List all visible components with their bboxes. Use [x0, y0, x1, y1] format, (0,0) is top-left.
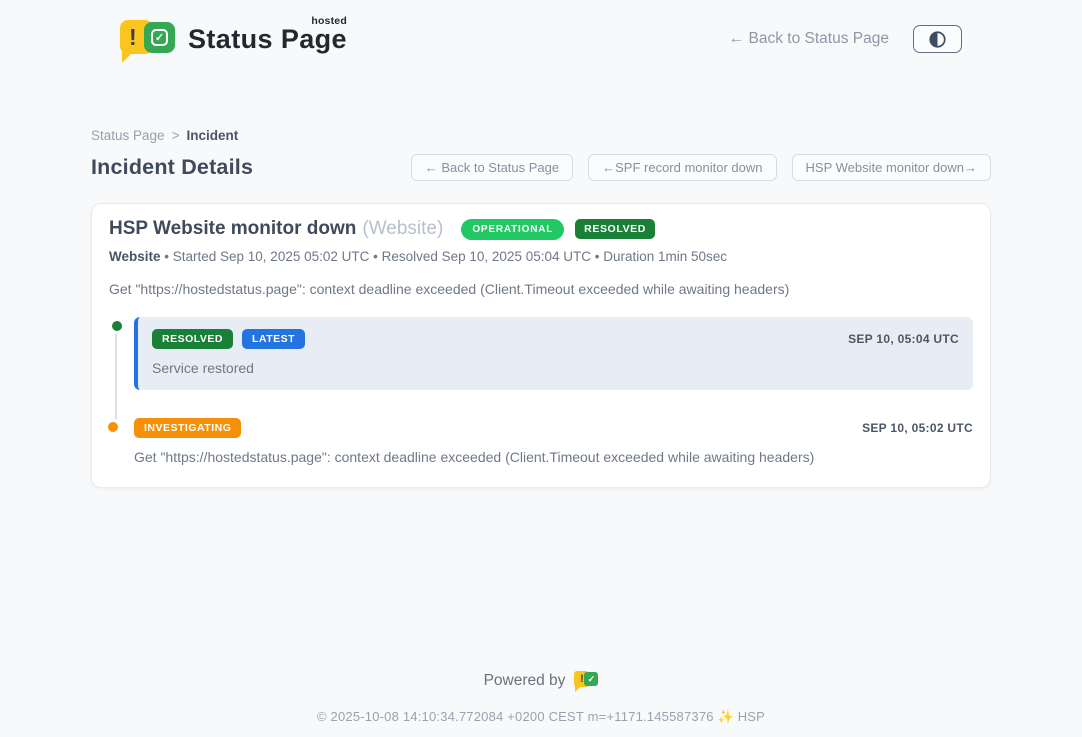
meta-details: • Started Sep 10, 2025 05:02 UTC • Resol… [161, 249, 728, 264]
breadcrumb-status-page[interactable]: Status Page [91, 128, 165, 143]
meta-component-name: Website [109, 249, 161, 264]
incident-nav-buttons: ← Back to Status Page ←SPF record monito… [411, 154, 991, 181]
incident-meta: Website • Started Sep 10, 2025 05:02 UTC… [109, 249, 973, 264]
copyright-text: © 2025-10-08 14:10:34.772084 +0200 CEST … [91, 709, 991, 725]
incident-title: HSP Website monitor down [109, 218, 356, 240]
latest-badge: LATEST [242, 329, 305, 349]
next-incident-button[interactable]: HSP Website monitor down→ [792, 154, 991, 181]
title-row: Incident Details ← Back to Status Page ←… [91, 154, 991, 181]
brand-name: Status Page hosted [188, 24, 347, 55]
back-to-status-page-button[interactable]: ← Back to Status Page [411, 154, 573, 181]
header-actions: ← Back to Status Page [729, 25, 962, 53]
incident-card-header: HSP Website monitor down (Website) OPERA… [109, 218, 973, 240]
footer: Powered by ! ✓ © 2025-10-08 14:10:34.772… [91, 670, 991, 725]
status-page-mini-logo-icon: ! ✓ [574, 670, 598, 692]
timeline-timestamp: SEP 10, 05:02 UTC [862, 421, 973, 435]
status-page-logo-icon: ! ✓ [120, 17, 176, 61]
timeline-message: Get "https://hostedstatus.page": context… [134, 449, 973, 465]
timeline-badges: RESOLVED LATEST [152, 329, 305, 349]
incident-timeline: RESOLVED LATEST SEP 10, 05:04 UTC Servic… [109, 317, 973, 465]
mini-check-icon: ✓ [584, 672, 598, 686]
header-back-link[interactable]: ← Back to Status Page [729, 30, 889, 48]
timeline-entry-investigating: INVESTIGATING SEP 10, 05:02 UTC Get "htt… [134, 418, 973, 465]
main-content: Status Page > Incident Incident Details ← … [91, 128, 991, 725]
contrast-icon [929, 31, 946, 48]
incident-component: (Website) [362, 218, 443, 240]
investigating-badge: INVESTIGATING [134, 418, 241, 438]
powered-by-link[interactable]: Powered by ! ✓ [484, 670, 599, 692]
incident-card: HSP Website monitor down (Website) OPERA… [91, 203, 991, 488]
page-title: Incident Details [91, 155, 253, 180]
resolved-status-badge: RESOLVED [575, 219, 655, 239]
timeline-timestamp: SEP 10, 05:04 UTC [848, 332, 959, 346]
breadcrumb-incident: Incident [186, 128, 238, 143]
timeline-entry-head: RESOLVED LATEST SEP 10, 05:04 UTC [152, 329, 959, 349]
timeline-message: Service restored [152, 360, 959, 376]
powered-by-label: Powered by [484, 672, 566, 690]
header: ! ✓ Status Page hosted ← Back to Status … [0, 0, 1082, 78]
check-icon: ✓ [151, 29, 168, 46]
timeline-entry-head: INVESTIGATING SEP 10, 05:02 UTC [134, 418, 973, 438]
incident-description: Get "https://hostedstatus.page": context… [109, 281, 973, 297]
timeline-dot-green [109, 318, 125, 334]
resolved-badge: RESOLVED [152, 329, 233, 349]
breadcrumb: Status Page > Incident [91, 128, 991, 143]
timeline-entry-resolved: RESOLVED LATEST SEP 10, 05:04 UTC Servic… [134, 317, 973, 390]
timeline-badges: INVESTIGATING [134, 418, 241, 438]
previous-incident-button[interactable]: ←SPF record monitor down [588, 154, 776, 181]
breadcrumb-separator: > [172, 128, 180, 143]
operational-badge: OPERATIONAL [461, 219, 564, 240]
logo[interactable]: ! ✓ Status Page hosted [120, 17, 347, 61]
logo-check-square: ✓ [144, 22, 175, 53]
timeline-dot-orange [105, 419, 121, 435]
exclamation-glyph: ! [129, 24, 137, 51]
theme-toggle-button[interactable] [913, 25, 962, 53]
hosted-label: hosted [311, 15, 347, 27]
